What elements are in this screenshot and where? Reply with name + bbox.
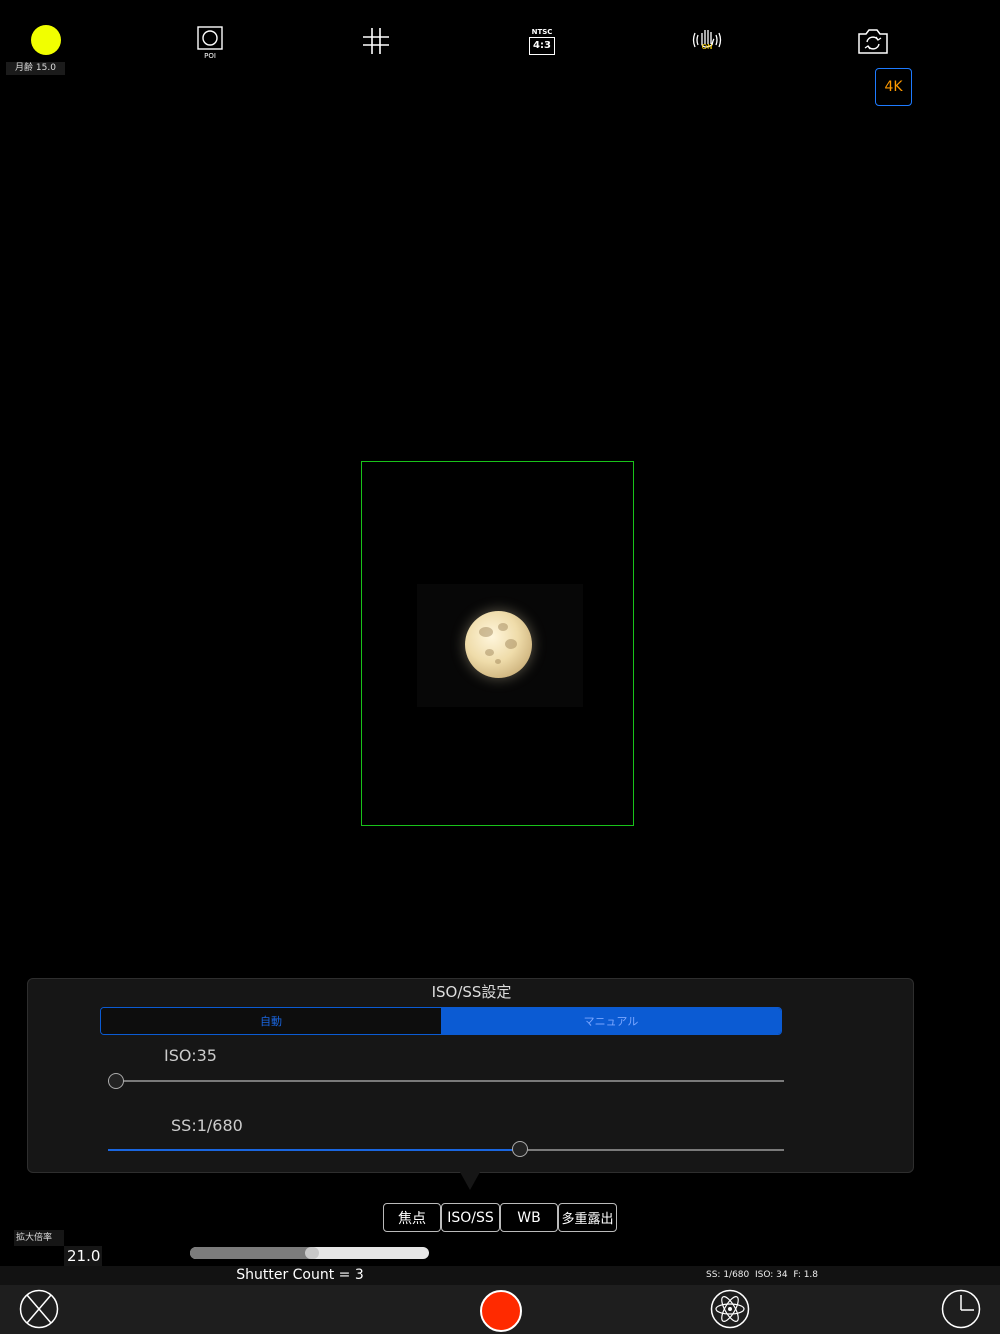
zoom-label: 拡大倍率 (14, 1230, 64, 1246)
tab-wb[interactable]: WB (500, 1203, 558, 1232)
info-bar: Shutter Count = 3 SS: 1/680 ISO: 34 F: 1… (0, 1266, 1000, 1285)
atom-icon[interactable] (710, 1289, 750, 1329)
iso-label: ISO:35 (164, 1046, 217, 1065)
switch-camera-icon[interactable] (857, 27, 889, 55)
aspect-ratio-label: 4:3 (529, 36, 555, 55)
moon-phase-icon[interactable] (31, 25, 61, 55)
close-x-icon[interactable] (19, 1289, 59, 1329)
ss-slider-fill (108, 1149, 521, 1151)
ss-label: SS:1/680 (171, 1116, 243, 1135)
aspect-ratio-icon[interactable]: NTSC 4:3 (528, 24, 556, 58)
iso-slider-track[interactable] (108, 1080, 784, 1082)
zoom-slider-thumb[interactable] (304, 1247, 319, 1259)
panel-title: ISO/SS設定 (431, 983, 512, 1001)
tab-iso-ss[interactable]: ISO/SS (441, 1203, 500, 1232)
mode-auto-segment[interactable]: 自動 (101, 1008, 441, 1034)
resolution-4k-button[interactable]: 4K (875, 68, 912, 106)
iso-ss-panel: ISO/SS設定 自動 マニュアル ISO:35 SS:1/680 (27, 978, 914, 1173)
zoom-slider-fill (190, 1247, 312, 1259)
record-button[interactable] (480, 1290, 522, 1332)
moon-preview (465, 611, 532, 678)
moon-age-label: 月齢 15.0 (6, 62, 65, 75)
panel-pointer (460, 1172, 480, 1190)
poi-icon[interactable]: POI (196, 25, 224, 61)
aspect-standard-label: NTSC (531, 27, 553, 36)
poi-label: POI (204, 52, 216, 60)
stabilizer-state: ON (702, 43, 713, 51)
zoom-value: 21.0 (64, 1246, 102, 1266)
ss-slider-thumb[interactable] (512, 1141, 529, 1157)
tab-focus[interactable]: 焦点 (383, 1203, 441, 1232)
exposure-mode-segmented-control[interactable]: 自動 マニュアル (100, 1007, 782, 1035)
mode-manual-segment[interactable]: マニュアル (441, 1008, 781, 1034)
clock-icon[interactable] (941, 1289, 981, 1329)
stabilizer-icon[interactable]: ON (691, 27, 723, 53)
exposure-info: SS: 1/680 ISO: 34 F: 1.8 (706, 1270, 819, 1280)
shutter-count: Shutter Count = 3 (236, 1267, 364, 1283)
grid-icon[interactable] (362, 27, 390, 55)
iso-slider-thumb[interactable] (108, 1073, 124, 1089)
tab-multi-exposure[interactable]: 多重露出 (558, 1203, 617, 1232)
